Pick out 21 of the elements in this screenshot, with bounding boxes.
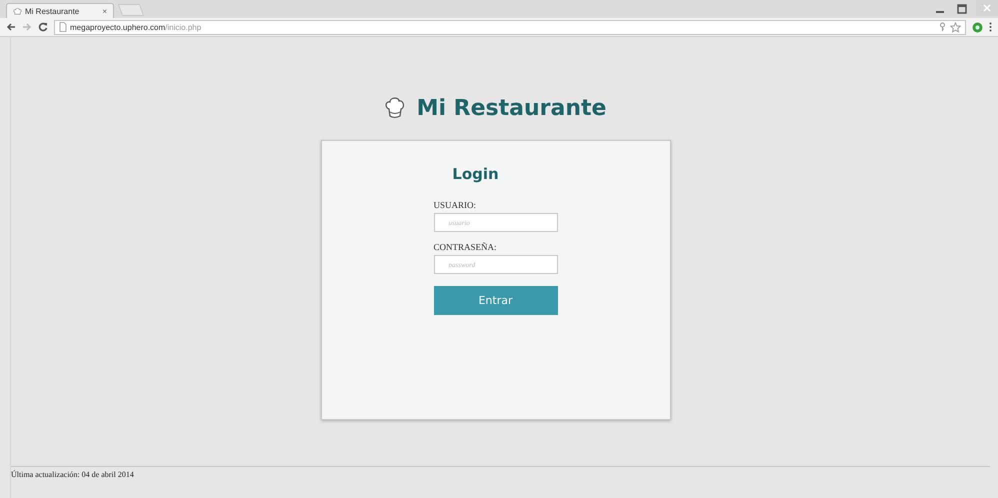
chef-hat-icon	[13, 6, 22, 16]
maximize-icon[interactable]	[957, 4, 967, 14]
site-title: Mi Restaurante	[416, 96, 606, 120]
forward-icon[interactable]	[22, 22, 32, 32]
star-icon[interactable]	[950, 22, 961, 32]
last-updated-text: Última actualización: 04 de abril 2014	[11, 470, 134, 479]
tab-title: Mi Restaurante	[25, 6, 80, 16]
field-label: CONTRASEÑA:	[434, 242, 497, 252]
reload-icon[interactable]	[38, 22, 48, 32]
login-heading: Login	[452, 165, 499, 183]
chef-hat-icon	[384, 97, 405, 119]
close-icon	[983, 4, 991, 12]
field-label: USUARIO:	[434, 200, 476, 210]
page-icon	[59, 22, 67, 32]
address-field[interactable]: megaproyecto.uphero.com/inicio.php	[54, 20, 966, 34]
key-icon[interactable]	[938, 22, 947, 32]
extension-icon[interactable]	[972, 22, 983, 32]
back-icon[interactable]	[6, 22, 16, 32]
browser-tab[interactable]: Mi Restaurante ×	[6, 3, 114, 18]
close-tab-button[interactable]: ×	[102, 6, 107, 16]
menu-icon[interactable]	[989, 22, 992, 32]
